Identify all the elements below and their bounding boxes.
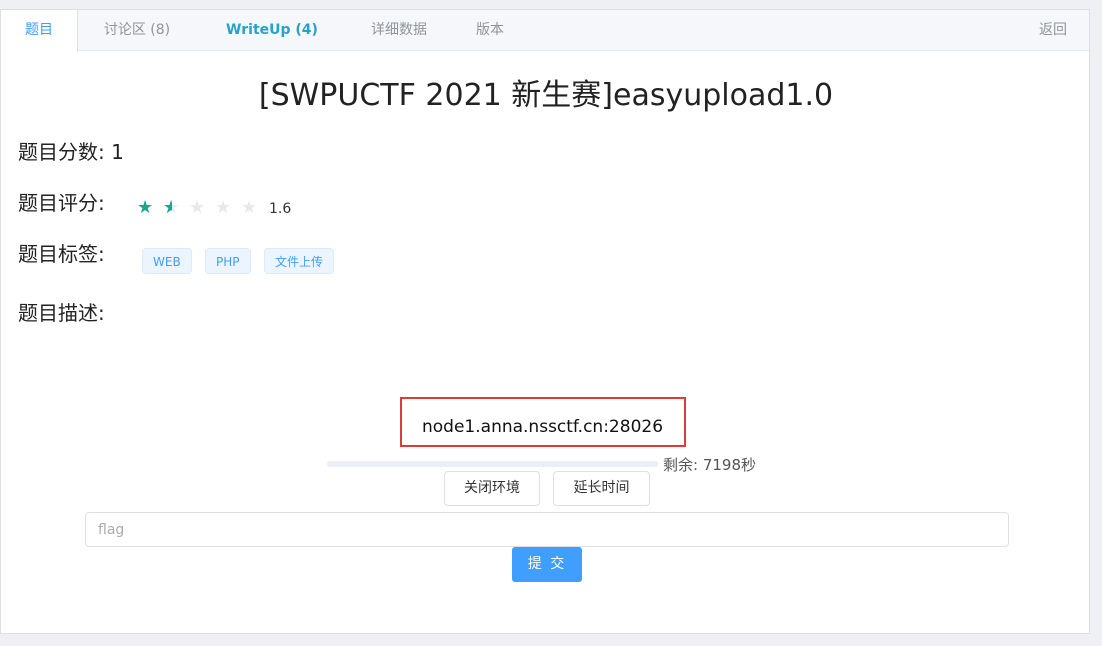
star-icon: ★: [215, 197, 232, 218]
tab-details[interactable]: 详细数据: [357, 10, 441, 51]
time-progress-bar: [327, 461, 658, 467]
remaining-time: 剩余: 7198秒: [663, 456, 756, 474]
star-icon: ★: [189, 197, 206, 218]
star-half-fill-icon: ★: [163, 199, 172, 217]
star-icon: ★ ★: [163, 197, 180, 218]
tag-web: WEB: [142, 248, 192, 274]
score-row: 题目分数: 1: [18, 136, 124, 165]
tags-label: 题目标签:: [18, 242, 105, 266]
back-link[interactable]: 返回: [1031, 10, 1075, 51]
time-progress-fill: [327, 461, 658, 467]
star-icon: ★: [241, 197, 258, 218]
tab-problem[interactable]: 题目: [1, 10, 78, 52]
score-label: 题目分数:: [18, 140, 105, 164]
rating-label: 题目评分:: [18, 191, 105, 215]
description-label: 题目描述:: [18, 301, 105, 325]
tab-version[interactable]: 版本: [463, 10, 517, 51]
score-value: 1: [111, 140, 124, 164]
problem-card: 题目 讨论区 (8) WriteUp (4) 详细数据 版本 返回 [SWPUC…: [0, 9, 1090, 634]
close-environment-button[interactable]: 关闭环境: [444, 471, 540, 506]
rating-value: 1.6: [269, 201, 292, 217]
flag-input[interactable]: [85, 512, 1009, 547]
environment-address: node1.anna.nssctf.cn:28026: [422, 417, 664, 437]
tag-php: PHP: [205, 248, 251, 274]
tab-bar: 题目 讨论区 (8) WriteUp (4) 详细数据 版本 返回: [1, 10, 1089, 52]
problem-title: [SWPUCTF 2021 新生赛]easyupload1.0: [258, 78, 834, 113]
tab-discussion[interactable]: 讨论区 (8): [87, 10, 187, 51]
tag-file-upload: 文件上传: [264, 248, 335, 274]
submit-button[interactable]: 提 交: [512, 547, 582, 582]
extend-time-button[interactable]: 延长时间: [553, 471, 650, 506]
tab-writeup[interactable]: WriteUp (4): [209, 10, 335, 51]
star-icon: ★: [137, 197, 154, 218]
